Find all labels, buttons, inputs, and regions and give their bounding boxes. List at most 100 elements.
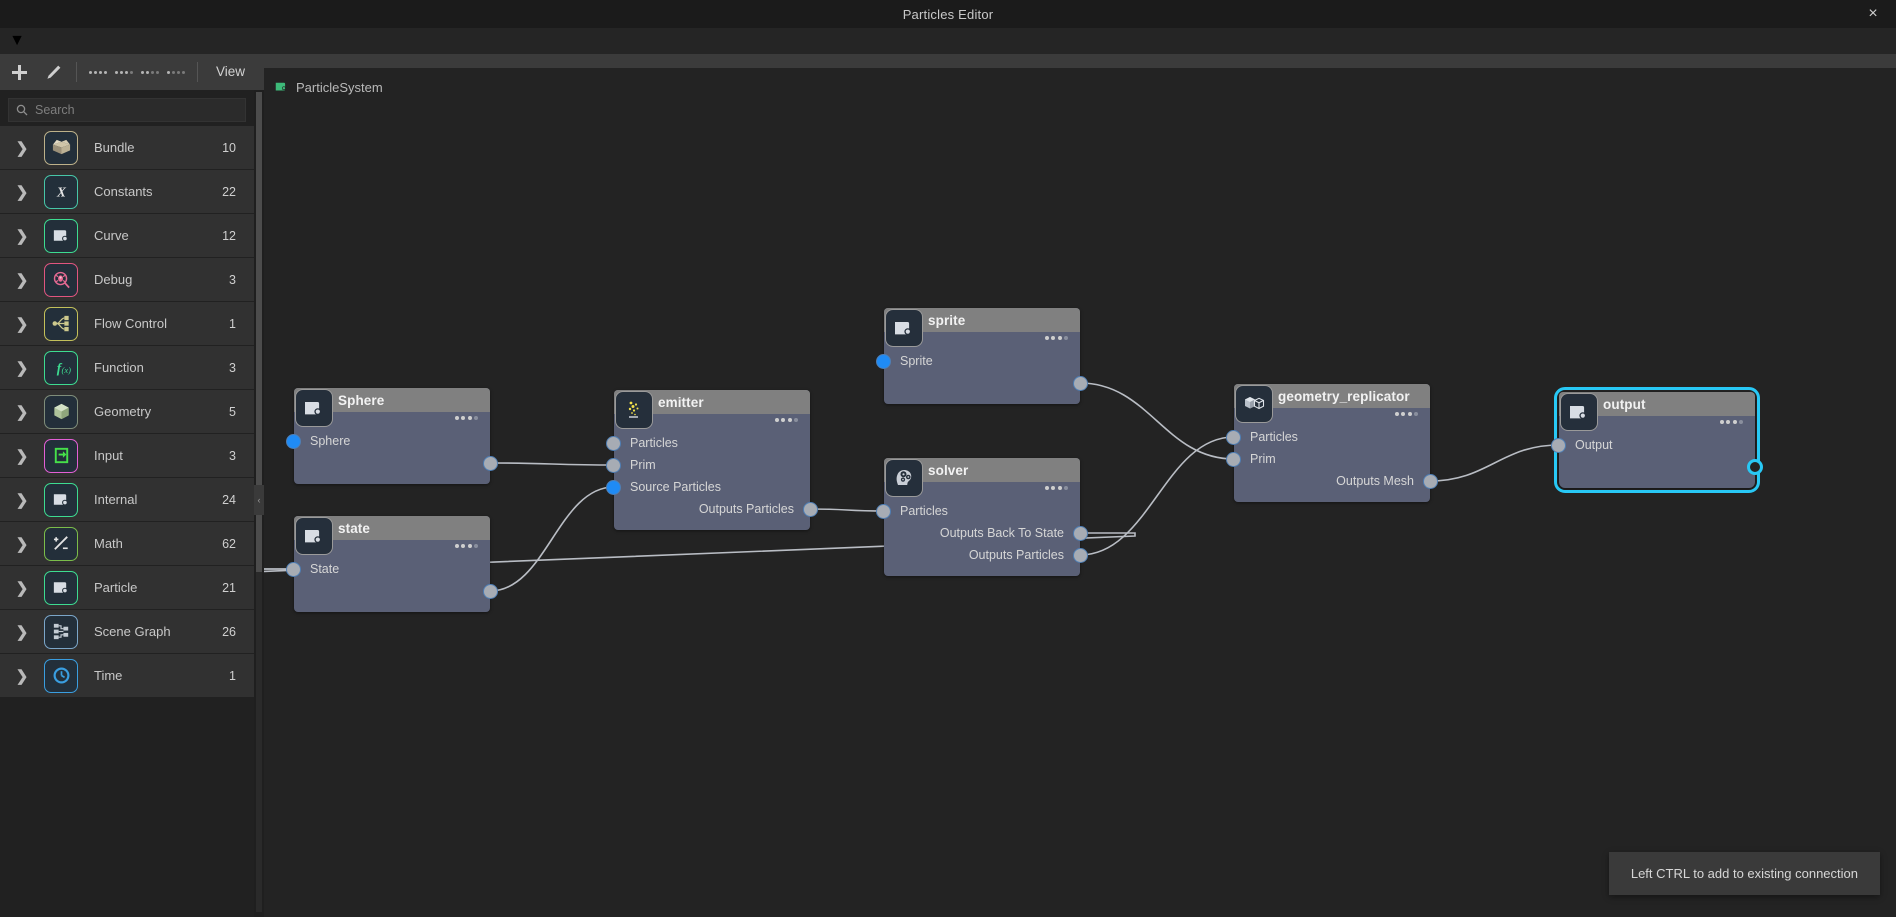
port-label: Output [1575,438,1613,452]
close-icon[interactable]: × [1864,6,1882,22]
dots-4-icon[interactable] [85,59,111,85]
port-label: State [310,562,340,576]
graph-node-solver[interactable]: solver Particles Outputs Back To State O… [876,458,1088,576]
dots-1-icon[interactable] [163,59,189,85]
node-input-port[interactable]: Source Particles [606,476,810,498]
node-input-port[interactable]: Sprite [876,350,1080,372]
sidebar-item-constants[interactable]: ❯ X Constants 22 [0,170,254,213]
port-dot-output[interactable] [1423,473,1438,489]
node-output-port[interactable]: Outputs Particles [884,544,1088,566]
chevron-right-icon[interactable]: ❯ [0,183,44,201]
port-dot-output[interactable] [1073,525,1088,541]
port-dot-input[interactable] [876,353,891,369]
node-input-port[interactable]: Particles [606,432,810,454]
plus-icon[interactable] [4,57,34,87]
port-dot-input[interactable] [606,479,621,495]
node-output-port[interactable]: Outputs Particles [614,498,818,520]
node-input-port[interactable]: Particles [876,500,1080,522]
dots-2-icon[interactable] [137,59,163,85]
dots-3-icon[interactable] [111,59,137,85]
port-dot-output[interactable] [1073,547,1088,563]
port-dot-output[interactable] [483,455,498,471]
port-dot-input[interactable] [606,435,621,451]
sidebar-item-flow-control[interactable]: ❯ Flow Control 1 [0,302,254,345]
graph-node-emitter[interactable]: emitter Particles Prim Source Particles [606,390,818,530]
node-output-port[interactable] [884,372,1088,394]
sidebar-item-label: Constants [94,184,153,199]
chevron-right-icon[interactable]: ❯ [0,447,44,465]
port-dot-output[interactable] [803,501,818,517]
node-output-port[interactable]: Outputs Mesh [1234,470,1438,492]
sidebar-item-particle[interactable]: ❯ Particle 21 [0,566,254,609]
graph-node-state[interactable]: state State [286,516,498,612]
port-dot-input[interactable] [876,503,891,519]
port-dot-output[interactable] [1747,459,1763,475]
port-label: Particles [1250,430,1298,444]
curve-icon [44,218,78,253]
sidebar-item-time[interactable]: ❯ Time 1 [0,654,254,697]
node-output-port[interactable]: Outputs Back To State [884,522,1088,544]
node-output-port[interactable] [294,580,498,602]
sidebar-item-label: Input [94,448,123,463]
chevron-right-icon[interactable]: ❯ [0,667,44,685]
node-input-port[interactable]: Output [1551,434,1755,456]
node-output-port[interactable] [1559,456,1763,478]
geometry-replicator-node-icon [1235,385,1273,423]
sidebar-item-bundle[interactable]: ❯ Bundle 10 [0,126,254,169]
port-dot-input[interactable] [606,457,621,473]
node-input-port[interactable]: Prim [606,454,810,476]
search-input[interactable] [35,99,245,121]
node-input-port[interactable]: Sphere [286,430,490,452]
chevron-right-icon[interactable]: ❯ [0,403,44,421]
port-dot-input[interactable] [1226,451,1241,467]
sidebar-item-label: Curve [94,228,129,243]
sidebar-collapse-handle[interactable]: ‹ [254,485,264,515]
sidebar-item-math[interactable]: ❯ Math 62 [0,522,254,565]
port-dot-input[interactable] [1226,429,1241,445]
sidebar-item-label: Time [94,668,123,683]
chevron-right-icon[interactable]: ❯ [0,271,44,289]
sidebar-item-curve[interactable]: ❯ Curve 12 [0,214,254,257]
sidebar-item-label: Particle [94,580,138,595]
pencil-icon[interactable] [38,57,68,87]
port-dot-output[interactable] [483,583,498,599]
search-box[interactable] [8,98,246,122]
node-input-port[interactable]: Particles [1226,426,1430,448]
sidebar-item-label: Math [94,536,123,551]
port-dot-input[interactable] [286,433,301,449]
port-label: Outputs Particles [698,502,794,516]
breadcrumb[interactable]: ParticleSystem [274,76,383,98]
chevron-right-icon[interactable]: ❯ [0,579,44,597]
port-dot-input[interactable] [1551,437,1566,453]
chevron-right-icon[interactable]: ❯ [0,227,44,245]
sidebar-item-debug[interactable]: ❯ Debug 3 [0,258,254,301]
node-output-port[interactable] [294,452,498,474]
graph-node-sphere[interactable]: Sphere Sphere [286,388,498,484]
sidebar-item-internal[interactable]: ❯ Internal 24 [0,478,254,521]
chevron-right-icon[interactable]: ❯ [0,623,44,641]
sidebar-item-geometry[interactable]: ❯ Geometry 5 [0,390,254,433]
graph-node-output[interactable]: output Output [1551,387,1763,493]
sidebar-item-scene-graph[interactable]: ❯ Scene Graph 26 [0,610,254,653]
scenegraph-icon [44,614,78,649]
graph-node-sprite[interactable]: sprite Sprite [876,308,1088,404]
node-input-port[interactable]: State [286,558,490,580]
port-label: Particles [630,436,678,450]
graph-canvas[interactable]: Sphere Sphere state State emitter Partic… [264,100,1896,917]
port-dot-input[interactable] [286,561,301,577]
node-body: Particles Prim Source Particles Outputs … [606,414,818,530]
view-menu[interactable]: View [206,54,255,90]
port-label: Outputs Particles [968,548,1064,562]
chevron-right-icon[interactable]: ❯ [0,535,44,553]
chevron-right-icon[interactable]: ❯ [0,491,44,509]
graph-node-geometry_replicator[interactable]: geometry_replicator Particles Prim Outpu… [1226,384,1438,502]
port-dot-output[interactable] [1073,375,1088,391]
sidebar-item-input[interactable]: ❯ Input 3 [0,434,254,477]
sidebar-item-count: 5 [229,404,236,419]
chevron-right-icon[interactable]: ❯ [0,139,44,157]
node-input-port[interactable]: Prim [1226,448,1430,470]
sidebar-item-function[interactable]: ❯ f (x) Function 3 [0,346,254,389]
chevron-down-icon[interactable]: ▼ [8,32,26,50]
chevron-right-icon[interactable]: ❯ [0,315,44,333]
chevron-right-icon[interactable]: ❯ [0,359,44,377]
